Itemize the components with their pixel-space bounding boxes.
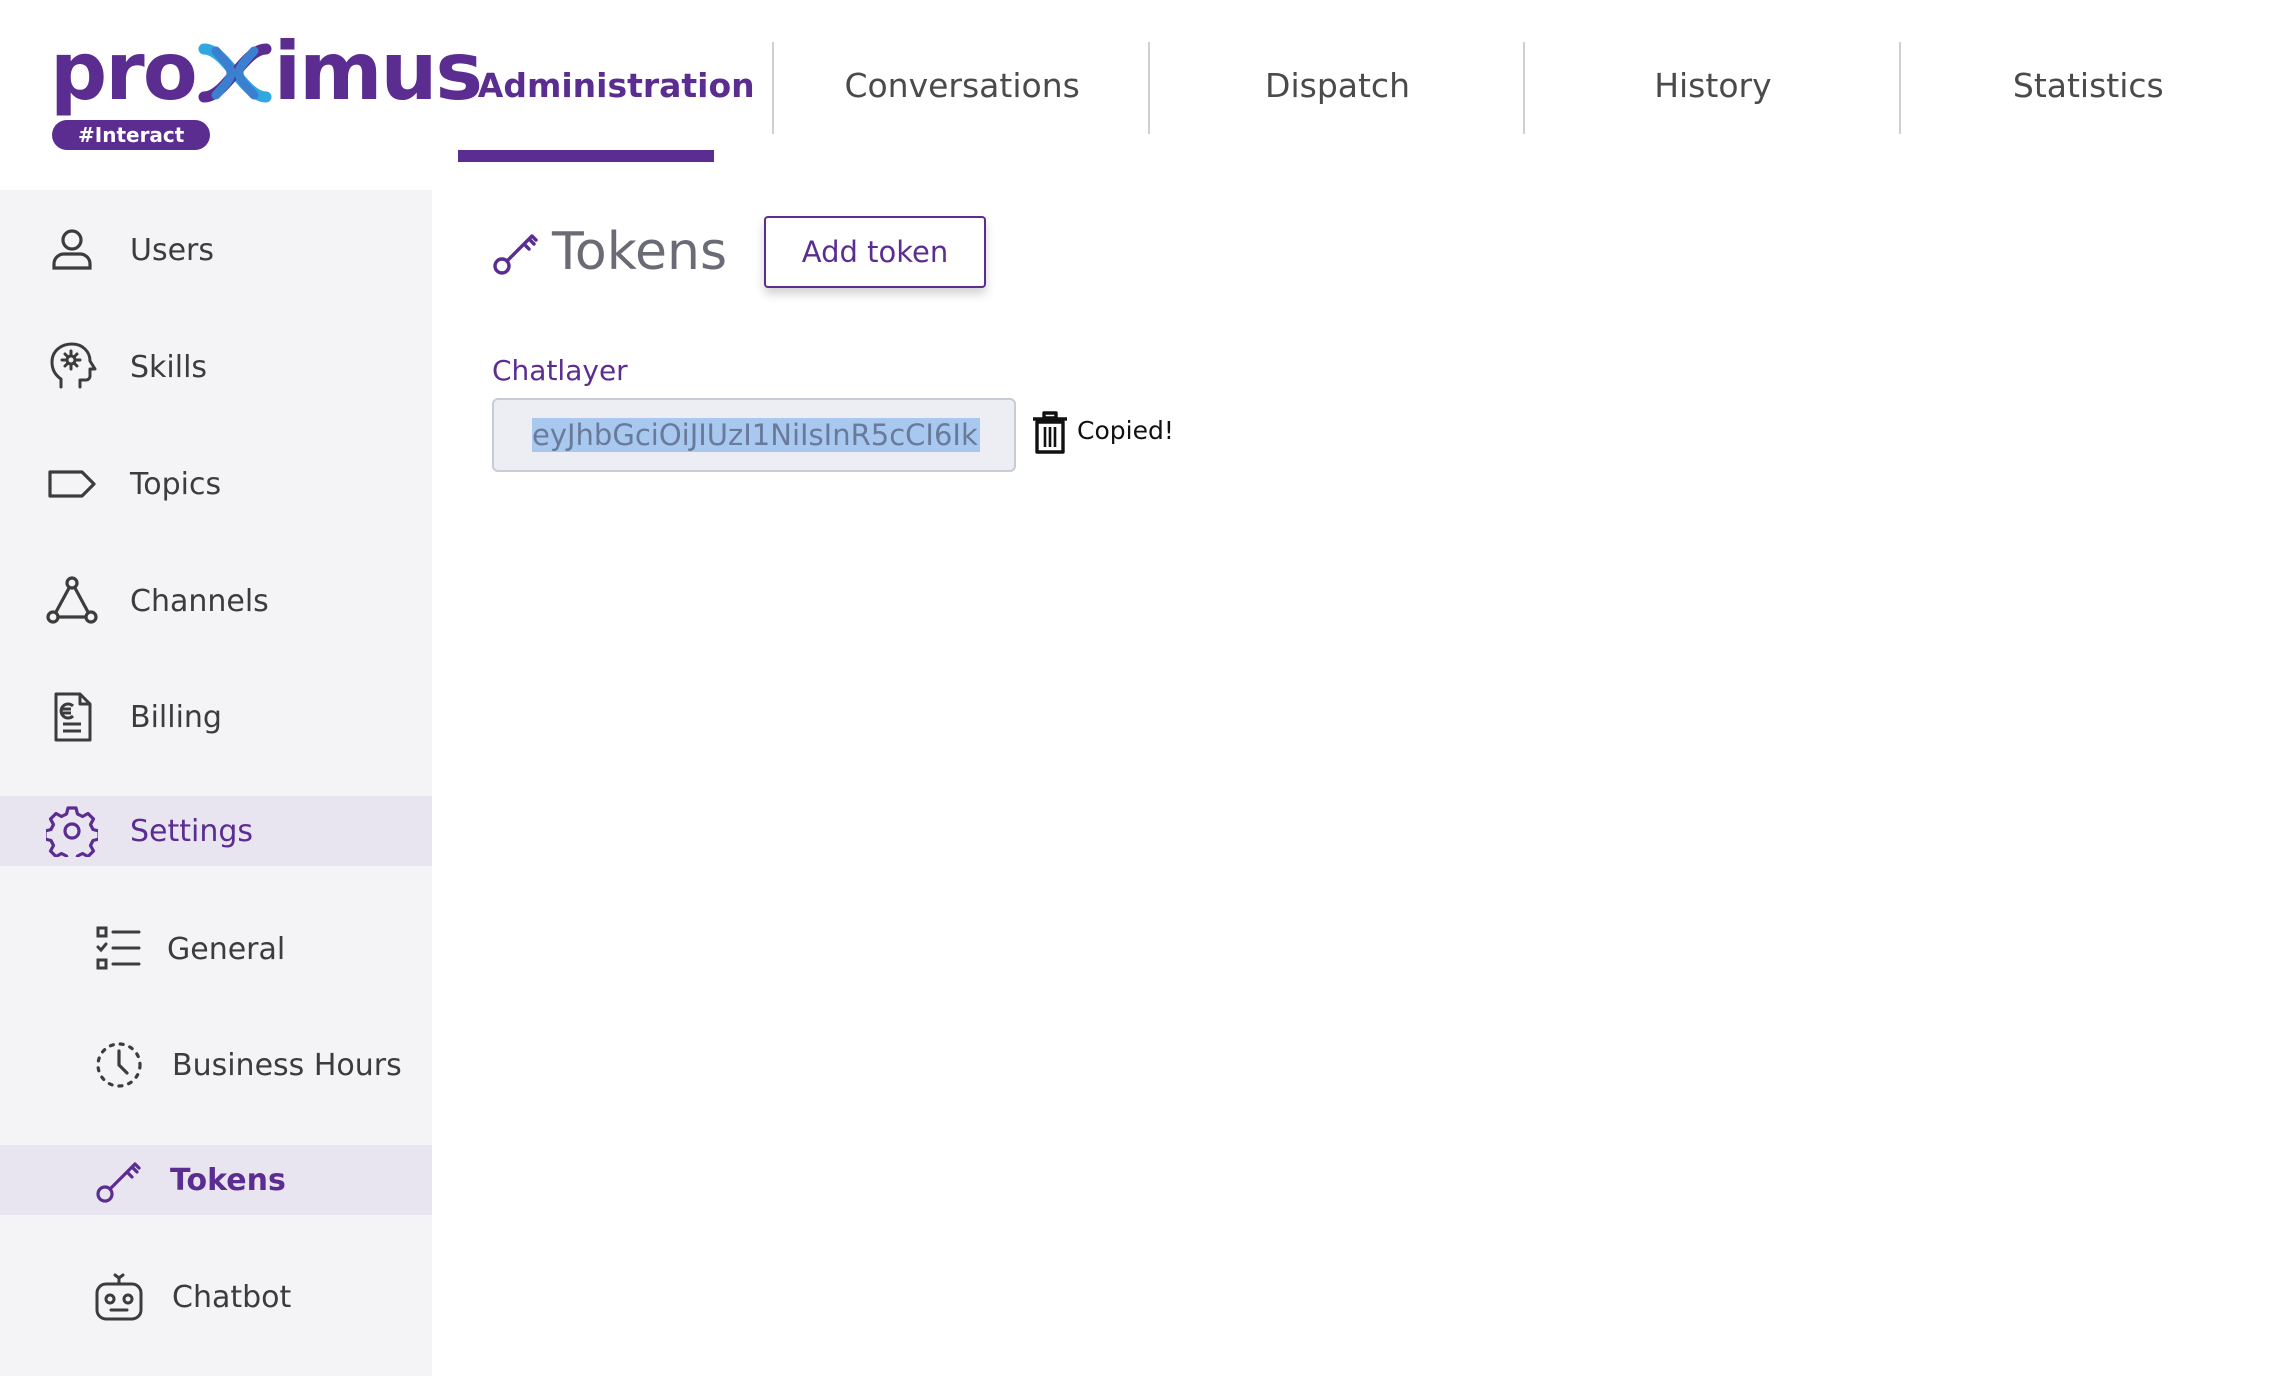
proximus-logo[interactable]: pro imus #Interact (48, 24, 483, 154)
tab-history[interactable]: History (1525, 0, 1902, 170)
token-value-field[interactable] (492, 398, 1016, 472)
active-tab-indicator (458, 150, 715, 162)
tag-icon (46, 458, 98, 510)
sidebar-item-label: Business Hours (172, 1047, 402, 1083)
sidebar-item-label: General (167, 931, 286, 967)
sidebar-item-label: Billing (130, 699, 222, 735)
sidebar-item-label: Skills (130, 349, 208, 385)
sidebar-subitem-tokens[interactable]: Tokens (0, 1145, 432, 1215)
key-icon (493, 234, 538, 275)
checklist-icon (93, 923, 145, 975)
sidebar-subitem-general[interactable]: General (0, 914, 432, 984)
copied-status: Copied! (1077, 416, 1174, 445)
tab-dispatch[interactable]: Dispatch (1150, 0, 1526, 170)
tab-administration[interactable]: Administration (458, 0, 775, 170)
main-tabs: Administration Conversations Dispatch Hi… (458, 0, 2276, 190)
sidebar-item-label: Topics (130, 466, 222, 502)
sidebar-item-topics[interactable]: Topics (0, 449, 432, 519)
top-header: pro imus #Interact Administration Conver… (0, 0, 2276, 190)
robot-icon (93, 1271, 145, 1323)
tab-label: Statistics (2012, 65, 2164, 105)
sidebar-item-skills[interactable]: Skills (0, 332, 432, 402)
token-name-label: Chatlayer (492, 354, 628, 387)
tab-conversations[interactable]: Conversations (774, 0, 1151, 170)
sidebar-item-label: Settings (130, 813, 254, 849)
tab-label: Administration (477, 65, 755, 105)
sidebar-item-billing[interactable]: Billing (0, 682, 432, 752)
sidebar-item-label: Tokens (170, 1162, 286, 1198)
network-icon (46, 575, 98, 627)
sidebar-item-channels[interactable]: Channels (0, 566, 432, 636)
sidebar-subitem-business-hours[interactable]: Business Hours (0, 1030, 432, 1100)
logo-wordmark: pro imus (50, 25, 483, 118)
gear-icon (46, 805, 98, 857)
page-title: Tokens (552, 222, 728, 282)
tab-label: History (1654, 65, 1772, 105)
tab-label: Conversations (844, 65, 1080, 105)
clock-icon (93, 1039, 145, 1091)
sidebar-subitem-chatbot[interactable]: Chatbot (0, 1262, 432, 1332)
user-icon (46, 224, 98, 276)
interact-badge: #Interact (52, 120, 211, 150)
tab-statistics[interactable]: Statistics (1901, 0, 2276, 170)
tab-label: Dispatch (1265, 65, 1410, 105)
sidebar: Users Skills Topics Channels Billing Set… (0, 190, 432, 1376)
main-content: Tokens Add token Chatlayer Copied! (432, 190, 2276, 1376)
head-gear-icon (46, 341, 98, 393)
sidebar-item-settings[interactable]: Settings (0, 796, 432, 866)
logo-x-mark-icon (198, 43, 272, 103)
euro-document-icon (46, 691, 98, 743)
sidebar-item-users[interactable]: Users (0, 215, 432, 285)
trash-icon[interactable] (1030, 410, 1070, 456)
sidebar-item-label: Users (130, 232, 215, 268)
sidebar-item-label: Channels (130, 583, 269, 619)
sidebar-item-label: Chatbot (172, 1279, 292, 1315)
key-icon (93, 1154, 145, 1206)
add-token-button[interactable]: Add token (764, 216, 986, 288)
